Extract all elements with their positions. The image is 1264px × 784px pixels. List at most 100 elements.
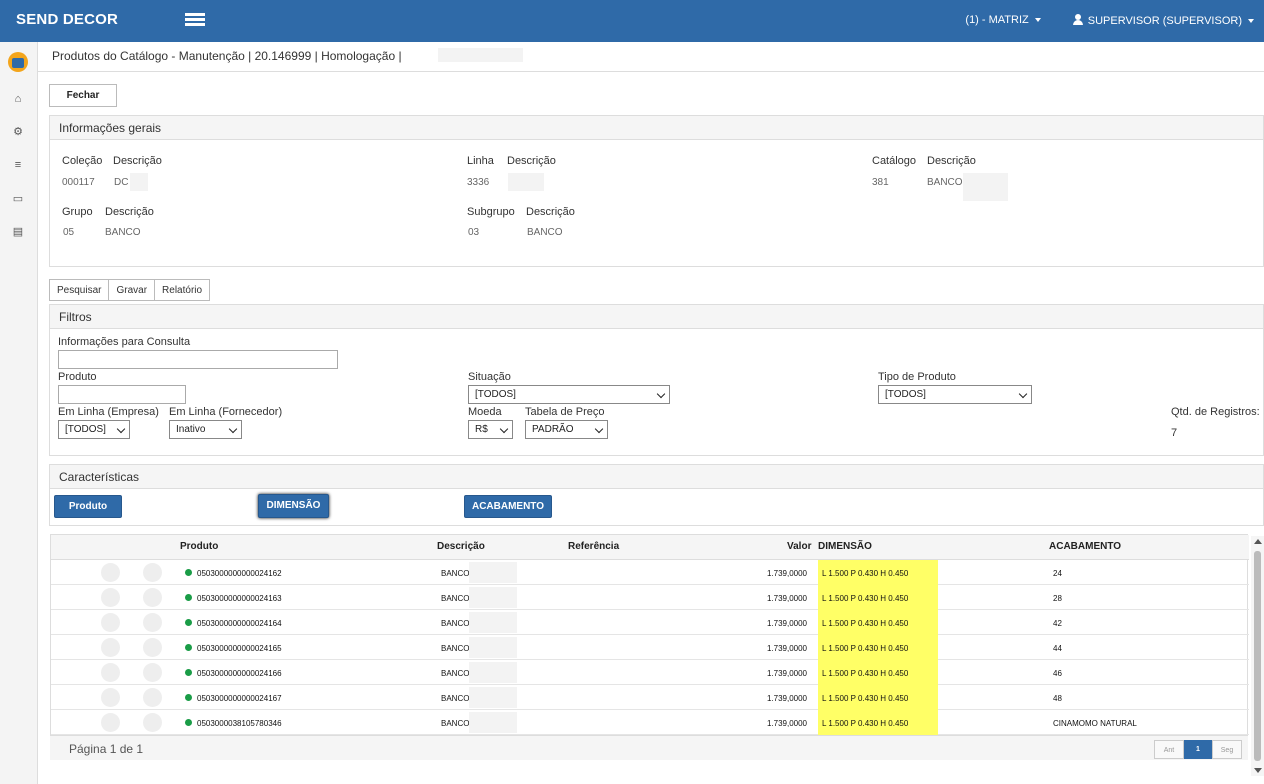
trash-icon[interactable]: [143, 688, 162, 707]
cell-produto: 0503000000000024163: [197, 594, 282, 603]
box-icon[interactable]: [101, 588, 120, 607]
box-icon[interactable]: [101, 563, 120, 582]
select-value: Inativo: [176, 424, 206, 435]
prev-page-button[interactable]: Ant: [1154, 740, 1184, 759]
box-icon[interactable]: [101, 613, 120, 632]
chevron-down-icon: [594, 424, 604, 434]
produto-button[interactable]: Produto: [54, 495, 122, 518]
characteristics-panel: Características Produto DIMENSÃO ACABAME…: [49, 464, 1264, 526]
table-row[interactable]: 0503000000000024162 BANCO 1.739,0000 L 1.50…: [51, 560, 1249, 585]
branch-label: (1) - MATRIZ: [965, 14, 1029, 26]
tabela-preco-select[interactable]: PADRÃO: [525, 420, 608, 439]
cell-produto: 0503000000000024162: [197, 569, 282, 578]
next-page-button[interactable]: Seg: [1212, 740, 1242, 759]
close-button[interactable]: Fechar: [49, 84, 117, 107]
user-icon: [1072, 14, 1083, 25]
sliders-icon[interactable]: ≡: [11, 158, 25, 172]
box-icon[interactable]: [101, 688, 120, 707]
document-icon[interactable]: ▤: [11, 225, 25, 239]
table-row[interactable]: 0503000000000024165 BANCO 1.739,0000 L 1.50…: [51, 635, 1249, 660]
select-value: PADRÃO: [532, 424, 574, 435]
col-acabamento[interactable]: ACABAMENTO: [1049, 541, 1121, 552]
produto-input[interactable]: [58, 385, 186, 404]
cell-dimensao: L 1.500 P 0.430 H 0.450: [822, 594, 909, 603]
cell-produto: 0503000000000024166: [197, 669, 282, 678]
col-dimensao[interactable]: DIMENSÃO: [818, 541, 872, 552]
scroll-down-icon[interactable]: [1254, 768, 1262, 773]
branch-selector[interactable]: (1) - MATRIZ: [965, 14, 1041, 27]
table-row[interactable]: 0503000000000024167 BANCO 1.739,0000 L 1.50…: [51, 685, 1249, 710]
panel-title: Informações gerais: [50, 116, 1263, 140]
select-value: [TODOS]: [65, 424, 106, 435]
trash-icon[interactable]: [143, 588, 162, 607]
col-referencia[interactable]: Referência: [568, 541, 619, 552]
redacted-area: [469, 587, 517, 608]
status-dot-icon: [185, 669, 192, 676]
cell-acabamento: 46: [1053, 669, 1062, 678]
scroll-thumb[interactable]: [1254, 551, 1261, 761]
col-descricao[interactable]: Descrição: [437, 541, 485, 552]
page-info: Página 1 de 1: [69, 742, 144, 756]
grid-pager: Página 1 de 1 Ant 1 Seg: [50, 735, 1248, 760]
box-icon[interactable]: [101, 663, 120, 682]
page-scrollbar[interactable]: [1251, 536, 1264, 776]
info-consulta-input[interactable]: [58, 350, 338, 369]
cell-acabamento: 48: [1053, 694, 1062, 703]
redacted-area: [438, 48, 523, 62]
gears-icon[interactable]: ⚙: [11, 125, 25, 139]
tab-pesquisar[interactable]: Pesquisar: [49, 279, 110, 301]
moeda-select[interactable]: R$: [468, 420, 513, 439]
laptop-icon[interactable]: ▭: [11, 192, 25, 206]
grupo-value: 05: [63, 227, 75, 238]
user-menu[interactable]: SUPERVISOR (SUPERVISOR): [1072, 14, 1254, 27]
trash-icon[interactable]: [143, 713, 162, 732]
table-row[interactable]: 0503000000000024166 BANCO 1.739,0000 L 1.50…: [51, 660, 1249, 685]
menu-toggle-icon[interactable]: [185, 13, 205, 27]
main-content: Produtos do Catálogo - Manutenção | 20.1…: [38, 42, 1264, 784]
redacted-area: [130, 173, 148, 191]
redacted-area: [469, 562, 517, 583]
select-value: [TODOS]: [475, 389, 516, 400]
table-row[interactable]: 0503000038105780346 BANCO 1.739,0000 L 1.50…: [51, 710, 1249, 735]
cell-dimensao: L 1.500 P 0.430 H 0.450: [822, 719, 909, 728]
info-consulta-label: Informações para Consulta: [58, 336, 191, 348]
situacao-select[interactable]: [TODOS]: [468, 385, 670, 404]
table-row[interactable]: 0503000000000024164 BANCO 1.739,0000 L 1.50…: [51, 610, 1249, 635]
app-logo-icon[interactable]: [8, 52, 28, 72]
tab-relatorio[interactable]: Relatório: [154, 279, 211, 301]
dimensao-button[interactable]: DIMENSÃO: [258, 494, 329, 518]
cell-produto: 0503000000000024165: [197, 644, 282, 653]
em-linha-fornecedor-label: Em Linha (Fornecedor): [169, 406, 283, 418]
cell-valor: 1.739,0000: [766, 669, 807, 678]
scroll-up-icon[interactable]: [1254, 539, 1262, 544]
cell-descricao: BANCO: [441, 719, 470, 728]
trash-icon[interactable]: [143, 638, 162, 657]
general-info-panel: Informações gerais Coleção Descrição 000…: [49, 115, 1264, 267]
trash-icon[interactable]: [143, 563, 162, 582]
em-linha-empresa-select[interactable]: [TODOS]: [58, 420, 130, 439]
tipo-produto-select[interactable]: [TODOS]: [878, 385, 1032, 404]
cell-valor: 1.739,0000: [766, 569, 807, 578]
linha-label: Linha: [467, 155, 494, 167]
cell-valor: 1.739,0000: [766, 644, 807, 653]
box-icon[interactable]: [101, 713, 120, 732]
col-produto[interactable]: Produto: [180, 541, 218, 552]
cell-produto: 0503000038105780346: [197, 719, 282, 728]
current-page-button[interactable]: 1: [1184, 740, 1212, 759]
home-icon[interactable]: ⌂: [11, 92, 25, 106]
cell-dimensao: L 1.500 P 0.430 H 0.450: [822, 669, 909, 678]
em-linha-fornecedor-select[interactable]: Inativo: [169, 420, 242, 439]
chevron-down-icon: [1018, 389, 1028, 399]
box-icon[interactable]: [101, 638, 120, 657]
status-dot-icon: [185, 719, 192, 726]
acabamento-button[interactable]: ACABAMENTO: [464, 495, 552, 518]
tab-gravar[interactable]: Gravar: [108, 279, 156, 301]
cell-dimensao: L 1.500 P 0.430 H 0.450: [822, 619, 909, 628]
grupo-desc-label: Descrição: [105, 206, 154, 218]
col-valor[interactable]: Valor: [787, 541, 811, 552]
trash-icon[interactable]: [143, 613, 162, 632]
products-grid: Produto Descrição Referência Valor DIMEN…: [50, 534, 1249, 759]
trash-icon[interactable]: [143, 663, 162, 682]
tabela-preco-label: Tabela de Preço: [525, 406, 605, 418]
table-row[interactable]: 0503000000000024163 BANCO 1.739,0000 L 1.50…: [51, 585, 1249, 610]
